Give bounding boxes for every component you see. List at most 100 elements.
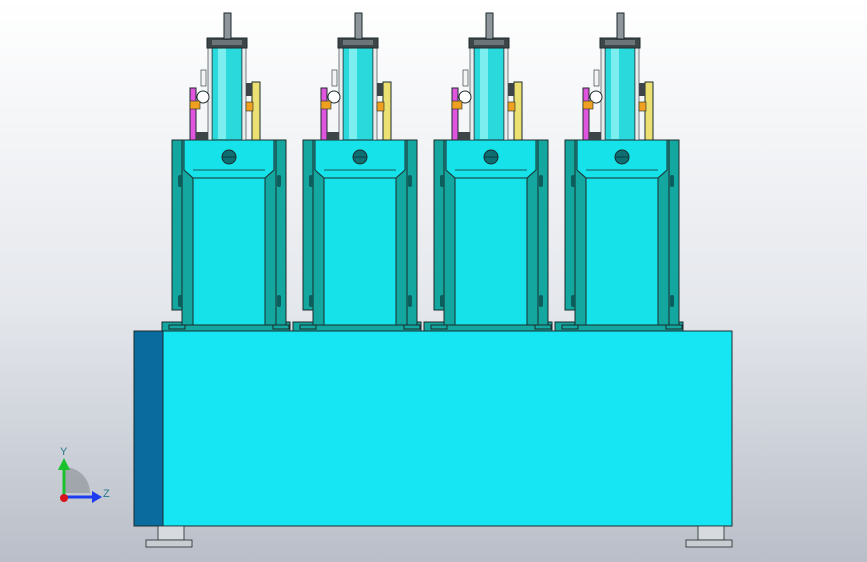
wing-slot-1 — [571, 175, 575, 187]
sensor-bracket — [320, 100, 332, 110]
wing-slot-4 — [408, 295, 412, 307]
guide-clamp — [639, 83, 645, 96]
sensor-base — [458, 132, 470, 140]
tie-rod-right — [634, 46, 640, 141]
guide-clamp — [246, 83, 252, 96]
feet-group — [145, 525, 733, 548]
tie-rod-right — [372, 46, 378, 141]
foot-1 — [145, 525, 193, 548]
cap-band — [605, 40, 635, 45]
base-side-face — [133, 330, 164, 527]
barrel-highlight — [480, 48, 488, 139]
sensor-switch — [582, 87, 590, 141]
sensor-switch — [320, 87, 328, 141]
tie-rod-left — [207, 46, 213, 141]
cap-band — [343, 40, 373, 45]
barrel-highlight — [218, 48, 226, 139]
triad-origin — [60, 494, 68, 502]
triad-arc — [64, 467, 90, 493]
cylinder-barrel — [342, 46, 374, 141]
sensor-base — [327, 132, 339, 140]
tie-rod-left — [469, 46, 475, 141]
tab-right — [665, 324, 683, 330]
barrel-highlight — [349, 48, 357, 139]
guide-clamp — [508, 83, 514, 96]
guide-block — [376, 101, 385, 112]
frame-front-face — [454, 177, 528, 326]
guide-clamp — [377, 83, 383, 96]
sensor-bracket — [582, 100, 594, 110]
sensor-base — [589, 132, 601, 140]
sensor-bracket — [189, 100, 201, 110]
tab-right — [403, 324, 421, 330]
wing-slot-4 — [277, 295, 281, 307]
piston-rod — [354, 12, 363, 40]
tab-right — [534, 324, 552, 330]
station-2 — [292, 12, 422, 332]
piston-rod — [485, 12, 494, 40]
foot-2 — [685, 525, 733, 548]
wing-slot-3 — [539, 175, 543, 187]
tie-rod-left — [600, 46, 606, 141]
guide-block — [507, 101, 516, 112]
tie-rod-right — [503, 46, 509, 141]
triad-y-label: Y — [60, 446, 68, 458]
wing-slot-2 — [440, 295, 444, 307]
wing-slot-3 — [277, 175, 281, 187]
piston-rod — [616, 12, 625, 40]
cap-band — [474, 40, 504, 45]
tab-left — [299, 324, 317, 330]
foot-pad — [145, 539, 193, 548]
station-3 — [423, 12, 553, 332]
wing-slot-4 — [670, 295, 674, 307]
base-block — [133, 330, 733, 527]
wing-slot-2 — [178, 295, 182, 307]
sensor-base — [196, 132, 208, 140]
triad-z-arrow — [92, 491, 102, 503]
wing-slot-1 — [440, 175, 444, 187]
cylinder-barrel — [211, 46, 243, 141]
wing-slot-1 — [178, 175, 182, 187]
wing-slot-1 — [309, 175, 313, 187]
cap-band — [212, 40, 242, 45]
sensor-plug — [331, 69, 338, 87]
wing-slot-4 — [539, 295, 543, 307]
tab-left — [168, 324, 186, 330]
sensor-plug — [462, 69, 469, 87]
base-front-face — [162, 330, 733, 527]
station-4 — [554, 12, 684, 332]
foot-post — [697, 525, 725, 541]
cad-viewport[interactable]: Y Z — [0, 0, 867, 562]
triad-y-arrow — [58, 458, 70, 470]
cylinder-barrel — [604, 46, 636, 141]
piston-rod — [223, 12, 232, 40]
model-render[interactable]: Y Z — [0, 0, 867, 562]
tie-rod-left — [338, 46, 344, 141]
sensor-bracket — [451, 100, 463, 110]
guide-block — [638, 101, 647, 112]
frame-front-face — [192, 177, 266, 326]
station-1 — [161, 12, 291, 332]
cylinder-barrel — [473, 46, 505, 141]
foot-post — [157, 525, 185, 541]
foot-pad — [685, 539, 733, 548]
frame-front-face — [585, 177, 659, 326]
wing-slot-2 — [309, 295, 313, 307]
tab-left — [430, 324, 448, 330]
wing-slot-3 — [408, 175, 412, 187]
frame-front-face — [323, 177, 397, 326]
sensor-switch — [189, 87, 197, 141]
triad-z-label: Z — [103, 488, 110, 500]
cylinder-stations — [161, 12, 684, 332]
tie-rod-right — [241, 46, 247, 141]
wing-slot-3 — [670, 175, 674, 187]
sensor-plug — [200, 69, 207, 87]
wing-slot-2 — [571, 295, 575, 307]
tab-left — [561, 324, 579, 330]
tab-right — [272, 324, 290, 330]
orientation-triad: Y Z — [58, 446, 110, 503]
guide-block — [245, 101, 254, 112]
barrel-highlight — [611, 48, 619, 139]
sensor-switch — [451, 87, 459, 141]
sensor-plug — [593, 69, 600, 87]
